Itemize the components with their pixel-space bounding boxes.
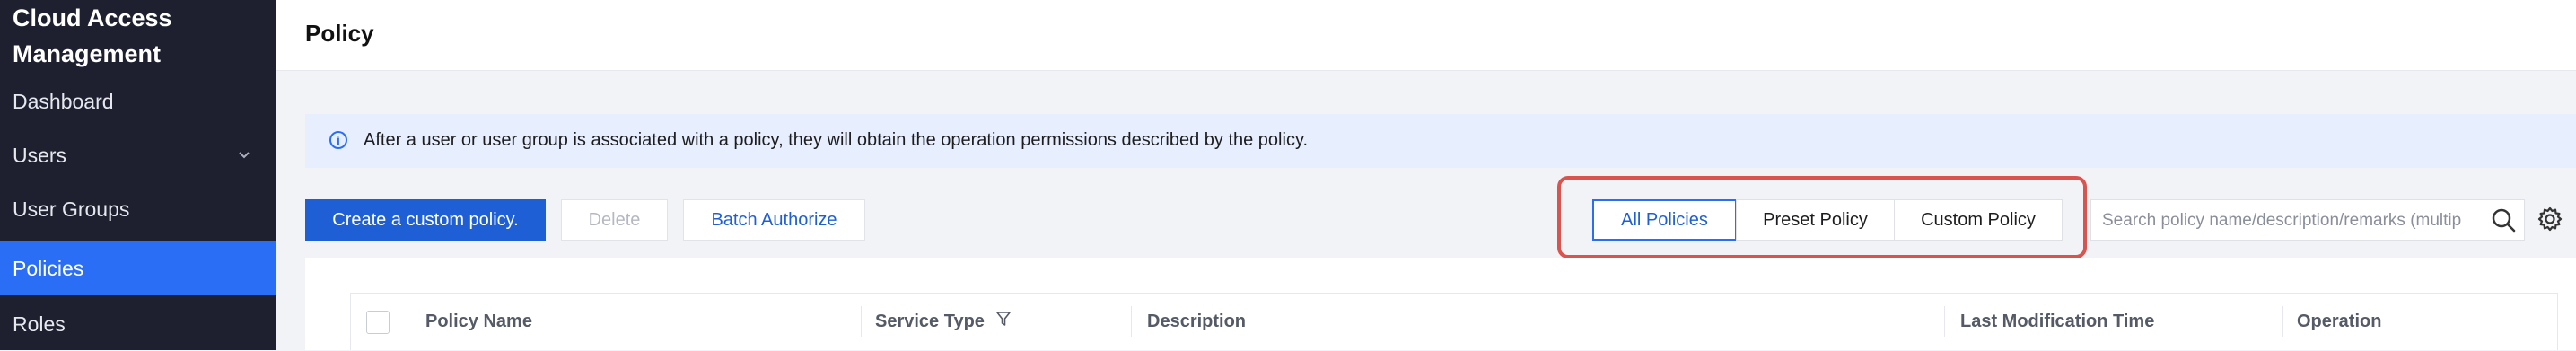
- sidebar-item-label: Roles: [13, 312, 66, 336]
- policy-table: Policy Name Service Type Description Las…: [305, 258, 2576, 350]
- column-divider: [2282, 306, 2283, 337]
- sidebar-item-dashboard[interactable]: Dashboard: [0, 75, 276, 128]
- tab-custom-policy[interactable]: Custom Policy: [1894, 199, 2063, 241]
- table-header: Policy Name Service Type Description Las…: [350, 293, 2558, 350]
- search-box: [2090, 199, 2525, 241]
- sidebar-item-label: Policies: [13, 257, 84, 280]
- delete-button[interactable]: Delete: [561, 199, 668, 241]
- column-description: Description: [1147, 312, 1247, 331]
- gear-icon[interactable]: [2537, 206, 2563, 233]
- sidebar-item-roles[interactable]: Roles: [0, 297, 276, 351]
- column-divider: [1131, 306, 1132, 337]
- batch-authorize-button[interactable]: Batch Authorize: [683, 199, 865, 241]
- tab-all-policies[interactable]: All Policies: [1592, 199, 1737, 241]
- sidebar-item-user-groups[interactable]: User Groups: [0, 182, 276, 236]
- info-text: After a user or user group is associated…: [364, 130, 1309, 150]
- tab-preset-policy[interactable]: Preset Policy: [1736, 199, 1895, 241]
- create-custom-policy-button[interactable]: Create a custom policy.: [305, 199, 546, 241]
- search-icon[interactable]: [2488, 205, 2519, 235]
- column-divider: [861, 306, 862, 337]
- column-service-type: Service Type: [875, 294, 1012, 349]
- sidebar-item-policies[interactable]: Policies: [0, 241, 276, 295]
- page-title: Policy: [305, 20, 374, 47]
- column-policy-name: Policy Name: [425, 312, 532, 331]
- column-divider: [1944, 306, 1945, 337]
- column-operation: Operation: [2297, 312, 2382, 331]
- sidebar-item-label: Users: [13, 144, 67, 167]
- select-all-checkbox[interactable]: [366, 311, 390, 334]
- sidebar-item-label: Dashboard: [13, 90, 114, 113]
- header-bar: Policy: [276, 0, 2576, 71]
- column-last-modification-time: Last Modification Time: [1960, 312, 2155, 331]
- sidebar: Cloud Access Management Dashboard Users …: [0, 0, 276, 350]
- filter-icon[interactable]: [995, 294, 1012, 350]
- sidebar-item-users[interactable]: Users: [0, 128, 276, 182]
- info-banner: i After a user or user group is associat…: [305, 114, 2576, 168]
- search-input[interactable]: [2100, 207, 2463, 234]
- info-icon: i: [329, 131, 347, 149]
- sidebar-item-label: User Groups: [13, 197, 130, 221]
- column-service-type-label: Service Type: [875, 312, 985, 331]
- brand-title: Cloud Access Management: [13, 4, 172, 67]
